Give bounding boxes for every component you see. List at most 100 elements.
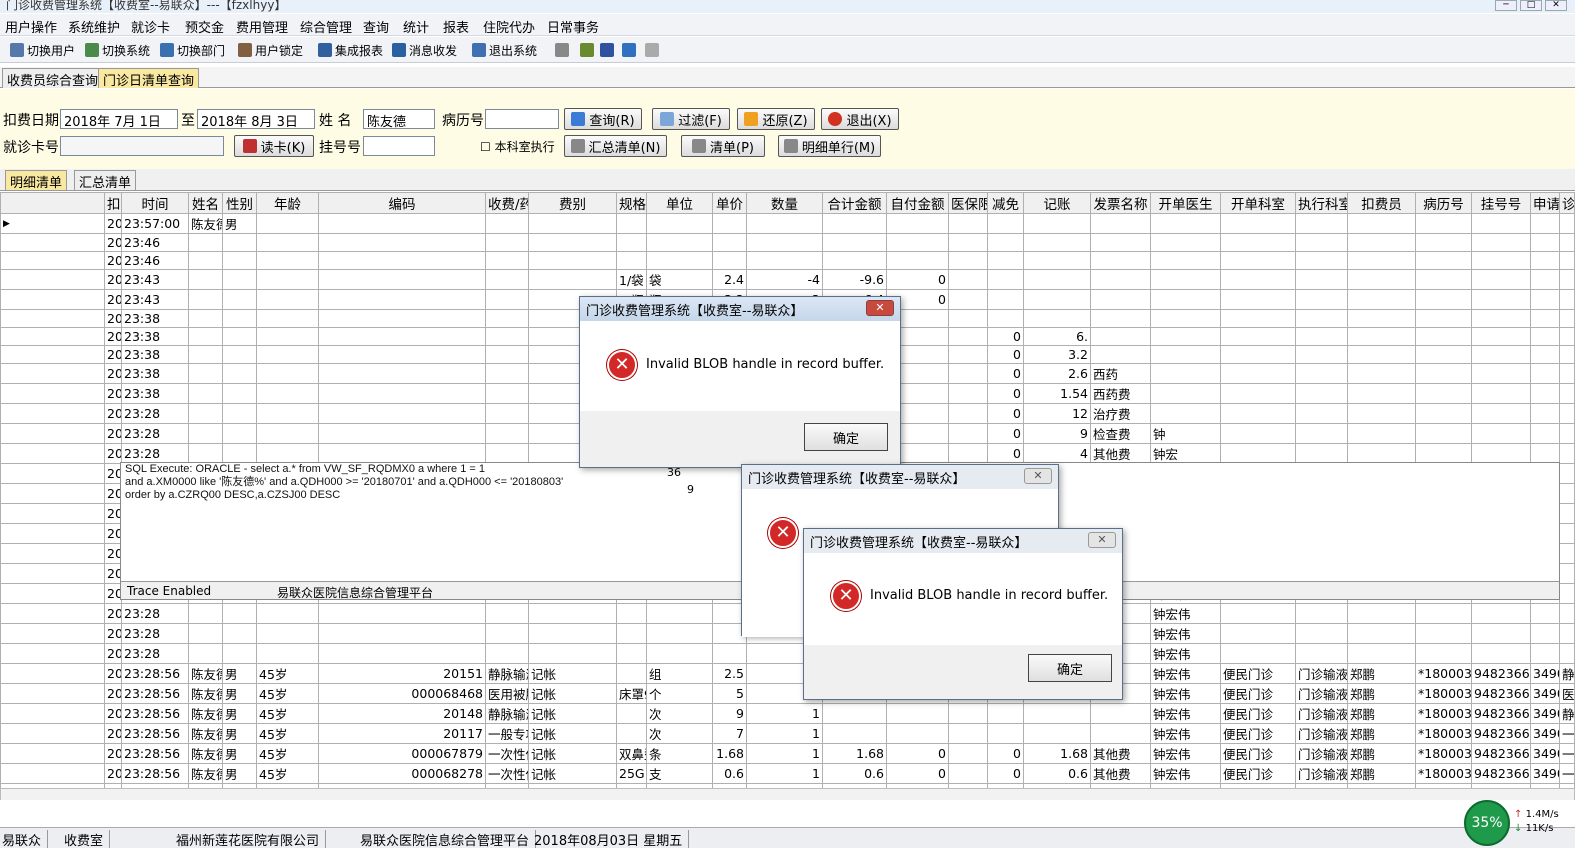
table-cell [646, 623, 713, 644]
lock-user-button[interactable]: 用户锁定 [238, 41, 303, 59]
detail-print-button[interactable]: 明细单行(M) [778, 135, 881, 157]
column-header[interactable]: 时间 [121, 192, 189, 214]
tab-cashier-query[interactable]: 收费员综合查询 [2, 68, 104, 89]
date-to-picker[interactable]: 2018年 8月 3日 [197, 109, 315, 129]
column-header[interactable]: 诊 [1559, 192, 1575, 214]
column-header[interactable]: 收费/药品名称 [485, 192, 529, 214]
menu-item[interactable]: 就诊卡 [131, 17, 170, 36]
column-header[interactable]: 编码 [318, 192, 486, 214]
ok-button[interactable]: 确定 [1028, 654, 1112, 682]
menu-item[interactable]: 系统维护 [68, 17, 120, 36]
column-header[interactable]: 费别 [528, 192, 617, 214]
checklist-icon[interactable] [600, 43, 614, 57]
column-header[interactable]: 记账 [1023, 192, 1091, 214]
list-print-button[interactable]: 清单(P) [681, 135, 765, 157]
column-header[interactable]: 扣费员 [1347, 192, 1416, 214]
menu-item[interactable]: 住院代办 [483, 17, 535, 36]
column-header[interactable]: 医保限价 [948, 192, 988, 214]
column-header[interactable]: 姓名 [188, 192, 223, 214]
tab-summary-list[interactable]: 汇总清单 [74, 170, 137, 191]
column-header[interactable]: 执行科室 [1295, 192, 1348, 214]
table-cell [188, 345, 223, 364]
table-cell [1295, 383, 1348, 404]
table-row[interactable]: 2018071823:28:56陈友德男45岁20148静脉输液-留置静脉针记帐… [0, 703, 1575, 724]
name-input[interactable]: 陈友德 [363, 109, 435, 129]
menu-item[interactable]: 费用管理 [236, 17, 288, 36]
column-header[interactable]: 病历号 [1415, 192, 1472, 214]
table-row[interactable]: 2018071823:46 [0, 251, 1575, 270]
close-icon[interactable]: ✕ [866, 300, 894, 316]
summary-print-button[interactable]: 汇总清单(N) [564, 135, 667, 157]
maximize-button[interactable]: □ [1520, 0, 1542, 11]
column-header[interactable]: 挂号号 [1471, 192, 1531, 214]
column-header[interactable]: 开单科室 [1220, 192, 1296, 214]
close-icon[interactable]: ✕ [1088, 532, 1116, 548]
menu-item[interactable]: 统计 [403, 17, 429, 36]
table-cell: 23:38 [121, 309, 189, 328]
column-header[interactable]: 发票名称 [1090, 192, 1151, 214]
table-cell: 23:28:56 [121, 663, 189, 684]
column-header[interactable]: 减免 [987, 192, 1024, 214]
edit-icon[interactable] [555, 43, 569, 57]
record-input[interactable] [485, 109, 559, 129]
read-card-button[interactable]: 读卡(K) [234, 135, 314, 157]
column-header[interactable]: 性别 [222, 192, 257, 214]
date-from-picker[interactable]: 2018年 7月 1日 [60, 109, 178, 129]
restore-button[interactable]: 还原(Z) [737, 108, 815, 130]
column-header[interactable]: 数量 [746, 192, 823, 214]
query-button[interactable]: 查询(R) [564, 108, 642, 130]
switch-dept-button[interactable]: 切换部门 [160, 41, 225, 59]
dept-checkbox[interactable]: ☐ 本科室执行 [480, 138, 555, 155]
column-header[interactable]: 规格 [616, 192, 647, 214]
horizontal-scrollbar[interactable] [0, 788, 1575, 800]
table-row[interactable]: 2018071823:28 钟宏伟 [0, 643, 1575, 664]
menu-item[interactable]: 查询 [363, 17, 389, 36]
message-button[interactable]: 消息收发 [392, 41, 457, 59]
close-window-button[interactable]: ✕ [1545, 0, 1567, 11]
card-input[interactable] [60, 136, 224, 156]
menu-item[interactable]: 报表 [443, 17, 469, 36]
table-cell [948, 403, 988, 424]
table-row[interactable]: 2018071823:28:56陈友德男45岁20151静脉输液(连续输液第二组… [0, 663, 1575, 684]
layout-icon[interactable] [645, 43, 659, 57]
ok-button[interactable]: 确定 [804, 423, 888, 451]
tab-daily-list-query[interactable]: 门诊日清单查询 [98, 68, 200, 89]
tab-detail-list[interactable]: 明细清单 [5, 170, 68, 191]
table-cell [1471, 289, 1531, 310]
column-header[interactable]: 申请单号 [1530, 192, 1560, 214]
table-row[interactable]: 2018071823:43 1/袋袋2.4-4-9.60 [0, 269, 1575, 290]
table-row[interactable]: 2018071823:28:56陈友德男45岁000068468医用被服包-床罩… [0, 683, 1575, 704]
column-header[interactable]: 合计金额 [822, 192, 887, 214]
column-header[interactable]: 自付金额 [886, 192, 949, 214]
column-header[interactable]: 年龄 [256, 192, 319, 214]
switch-system-button[interactable]: 切换系统 [85, 41, 150, 59]
column-header[interactable]: 单位 [646, 192, 713, 214]
column-header[interactable]: 单价 [712, 192, 747, 214]
menu-item[interactable]: 综合管理 [300, 17, 352, 36]
table-row[interactable]: ▶2018071823:57:00陈友德男 [0, 213, 1575, 234]
menu-item[interactable]: 预交金 [185, 17, 224, 36]
filter-button[interactable]: 过滤(F) [652, 108, 730, 130]
menu-item[interactable]: 用户操作 [5, 17, 57, 36]
table-row[interactable]: 2018071823:28:56陈友德男45岁20117一般专项护理-口腔护理记… [0, 723, 1575, 744]
close-icon[interactable]: ✕ [1024, 468, 1052, 484]
yuan-icon[interactable] [580, 43, 594, 57]
reg-input[interactable] [363, 136, 435, 156]
column-header[interactable]: 开单医生 [1150, 192, 1221, 214]
minimize-button[interactable]: ─ [1495, 0, 1517, 11]
table-row[interactable]: 2018071823:28:56陈友德男45岁000067879一次性使用鼻导管… [0, 743, 1575, 764]
columns-icon[interactable] [622, 43, 636, 57]
table-cell [616, 251, 647, 270]
switch-user-button[interactable]: 切换用户 [10, 41, 75, 59]
table-cell [528, 643, 617, 664]
menu-item[interactable]: 日常事务 [547, 17, 599, 36]
exit-button[interactable]: 退出(X) [821, 108, 899, 130]
column-header[interactable]: 扣费日期 [104, 192, 122, 214]
table-cell [318, 423, 486, 444]
cpu-usage-badge[interactable]: 35% [1464, 800, 1510, 846]
exit-system-button[interactable]: 退出系统 [472, 41, 537, 59]
table-row[interactable]: 2018071823:46 [0, 233, 1575, 252]
report-button[interactable]: 集成报表 [318, 41, 383, 59]
table-row[interactable]: 2018071823:28:56陈友德男45岁000068278一次性使用采血针… [0, 763, 1575, 784]
table-cell: 男 [222, 213, 257, 234]
